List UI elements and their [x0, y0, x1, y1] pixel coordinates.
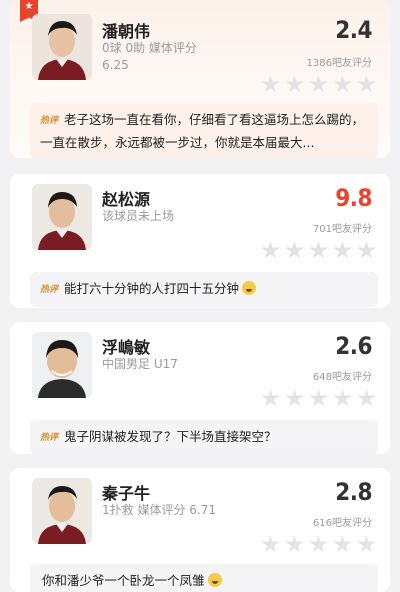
rating-count: 616吧友评分 — [312, 518, 372, 529]
player-stats: 1扑救 媒体评分 6.71 — [102, 502, 262, 519]
rating-stars[interactable] — [261, 75, 376, 94]
hot-comment[interactable]: 热评 老子这场一直在看你，仔细看了看这逼场上怎么踢的，一直在散步，永远都被一步过，… — [30, 103, 378, 158]
player-avatar[interactable] — [32, 184, 92, 250]
player-name: 浮嶋敏 — [102, 338, 151, 357]
player-stats-line1: 中国男足 U17 — [102, 357, 178, 371]
star-icon[interactable] — [333, 241, 352, 259]
comment-text: 能打六十分钟的人打四十五分钟 — [64, 281, 240, 296]
player-card[interactable]: ★ 潘朝伟 0球 0助 媒体评分 6.25 2.4 1386吧友评分 热评 老子这… — [10, 0, 390, 158]
player-card[interactable]: 浮嶋敏 中国男足 U17 2.6 648吧友评分 热评 鬼子阴谋被发现了？下半场直… — [10, 322, 390, 454]
hot-comment[interactable]: 你和潘少爷一个卧龙一个凤雏 — [30, 564, 378, 592]
player-stats: 0球 0助 媒体评分 6.25 — [102, 40, 262, 74]
player-stats-line1: 该球员未上场 — [102, 209, 175, 223]
crying-laugh-emoji-icon — [242, 281, 257, 295]
comment-text: 老子这场一直在看你，仔细看了看这逼场上怎么踢的，一直在散步，永远都被一步过，你就… — [40, 112, 365, 150]
hot-comment-tag: 热评 — [40, 116, 59, 126]
star-icon[interactable] — [333, 535, 352, 553]
player-stats-line1: 1扑救 媒体评分 6.71 — [102, 503, 216, 517]
star-icon[interactable] — [285, 241, 304, 259]
star-icon[interactable] — [285, 535, 304, 553]
comment-text: 你和潘少爷一个卧龙一个凤雏 — [42, 573, 205, 588]
player-card[interactable]: 赵松源 该球员未上场 9.8 701吧友评分 热评 能打六十分钟的人打四十五分钟 — [10, 174, 390, 308]
star-icon[interactable] — [261, 535, 280, 553]
player-stats: 该球员未上场 — [102, 208, 262, 225]
rating-stars[interactable] — [261, 389, 376, 408]
player-avatar[interactable] — [32, 332, 92, 398]
player-score: 2.4 — [335, 16, 372, 44]
hot-comment-tag: 热评 — [40, 433, 59, 443]
star-icon[interactable] — [309, 535, 328, 553]
star-icon[interactable] — [357, 535, 376, 553]
player-score: 9.8 — [335, 184, 372, 212]
player-stats-line1: 0球 0助 媒体评分 — [102, 41, 197, 55]
hot-comment-tag: 热评 — [40, 285, 59, 295]
player-name: 赵松源 — [102, 190, 151, 209]
star-icon[interactable] — [357, 241, 376, 259]
hot-comment[interactable]: 热评 鬼子阴谋被发现了？下半场直接架空？ — [30, 420, 378, 454]
comment-text: 鬼子阴谋被发现了？下半场直接架空？ — [64, 429, 277, 444]
star-icon[interactable] — [333, 389, 352, 407]
rating-count: 1386吧友评分 — [306, 58, 372, 69]
star-icon[interactable] — [261, 241, 280, 259]
star-icon[interactable] — [357, 75, 376, 93]
rating-stars[interactable] — [261, 535, 376, 554]
star-icon[interactable] — [309, 75, 328, 93]
player-avatar[interactable] — [32, 14, 92, 80]
player-name: 潘朝伟 — [102, 22, 151, 41]
star-icon[interactable] — [309, 241, 328, 259]
star-icon[interactable] — [261, 75, 280, 93]
player-name: 秦子牛 — [102, 484, 151, 503]
rating-count: 701吧友评分 — [312, 224, 372, 235]
player-score: 2.6 — [335, 332, 372, 360]
star-icon[interactable] — [261, 389, 280, 407]
star-icon[interactable] — [309, 389, 328, 407]
player-stats: 中国男足 U17 — [102, 356, 262, 373]
rating-stars[interactable] — [261, 241, 376, 260]
player-score: 2.8 — [335, 478, 372, 506]
star-icon[interactable] — [285, 75, 304, 93]
star-icon[interactable] — [285, 389, 304, 407]
star-icon[interactable] — [357, 389, 376, 407]
star-icon[interactable] — [333, 75, 352, 93]
rating-count: 648吧友评分 — [312, 372, 372, 383]
hot-comment[interactable]: 热评 能打六十分钟的人打四十五分钟 — [30, 272, 378, 307]
player-avatar[interactable] — [32, 478, 92, 544]
player-stats-line2: 6.25 — [102, 58, 129, 72]
crying-laugh-emoji-icon — [207, 573, 222, 587]
player-card[interactable]: 秦子牛 1扑救 媒体评分 6.71 2.8 616吧友评分 你和潘少爷一个卧龙一… — [10, 468, 390, 592]
